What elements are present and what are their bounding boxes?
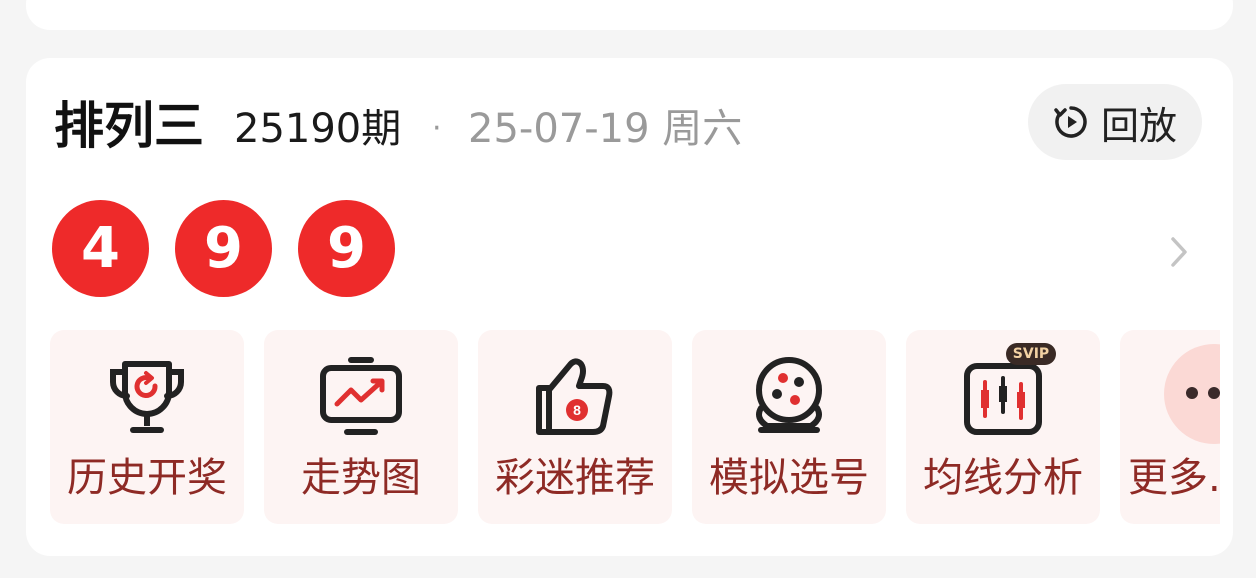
draw-date: 25-07-19 周六 bbox=[468, 106, 743, 152]
trend-chart-icon bbox=[320, 357, 402, 435]
lottery-name: 排列三 bbox=[54, 97, 204, 155]
svg-text:8: 8 bbox=[573, 402, 581, 418]
tool-label: 模拟选号 bbox=[709, 455, 869, 501]
lottery-ball-machine-icon bbox=[756, 357, 822, 433]
issue-number: 25190期 bbox=[234, 106, 402, 152]
tool-fan-recommendations[interactable]: 8 彩迷推荐 bbox=[478, 330, 672, 524]
tool-label: 历史开奖 bbox=[67, 455, 227, 501]
number-ball: 4 bbox=[52, 200, 149, 297]
tool-moving-average-analysis[interactable]: SVIP 均线分析 bbox=[906, 330, 1100, 524]
tool-label: 更多. bbox=[1128, 455, 1220, 501]
trophy-icon bbox=[110, 361, 184, 433]
candlestick-chart-icon bbox=[964, 363, 1042, 435]
number-ball: 9 bbox=[298, 200, 395, 297]
lottery-result-card: 排列三 25190期 · 25-07-19 周六 回放 4 9 9 历史开奖 走… bbox=[26, 58, 1233, 556]
replay-button[interactable]: 回放 bbox=[1028, 84, 1202, 160]
replay-label: 回放 bbox=[1100, 103, 1177, 148]
more-dots-icon bbox=[1186, 387, 1220, 399]
tool-more[interactable]: 更多. bbox=[1120, 330, 1220, 524]
svip-badge: SVIP bbox=[1006, 343, 1056, 365]
separator-dot: · bbox=[432, 111, 442, 146]
tool-simulated-picks[interactable]: 模拟选号 bbox=[692, 330, 886, 524]
winning-numbers: 4 9 9 bbox=[52, 200, 395, 297]
chevron-right-icon[interactable] bbox=[1168, 234, 1192, 270]
tool-label: 彩迷推荐 bbox=[495, 455, 655, 501]
previous-card bbox=[26, 0, 1233, 30]
number-ball: 9 bbox=[175, 200, 272, 297]
tool-label: 均线分析 bbox=[923, 455, 1083, 501]
tool-strip: 历史开奖 走势图 8 彩迷推荐 模拟选号 SVIP 均线分析 更多. bbox=[50, 330, 1220, 524]
thumbs-up-icon: 8 bbox=[536, 358, 613, 435]
tool-trend-chart[interactable]: 走势图 bbox=[264, 330, 458, 524]
tool-label: 走势图 bbox=[301, 455, 421, 501]
tool-history-draws[interactable]: 历史开奖 bbox=[50, 330, 244, 524]
replay-icon bbox=[1054, 106, 1087, 138]
